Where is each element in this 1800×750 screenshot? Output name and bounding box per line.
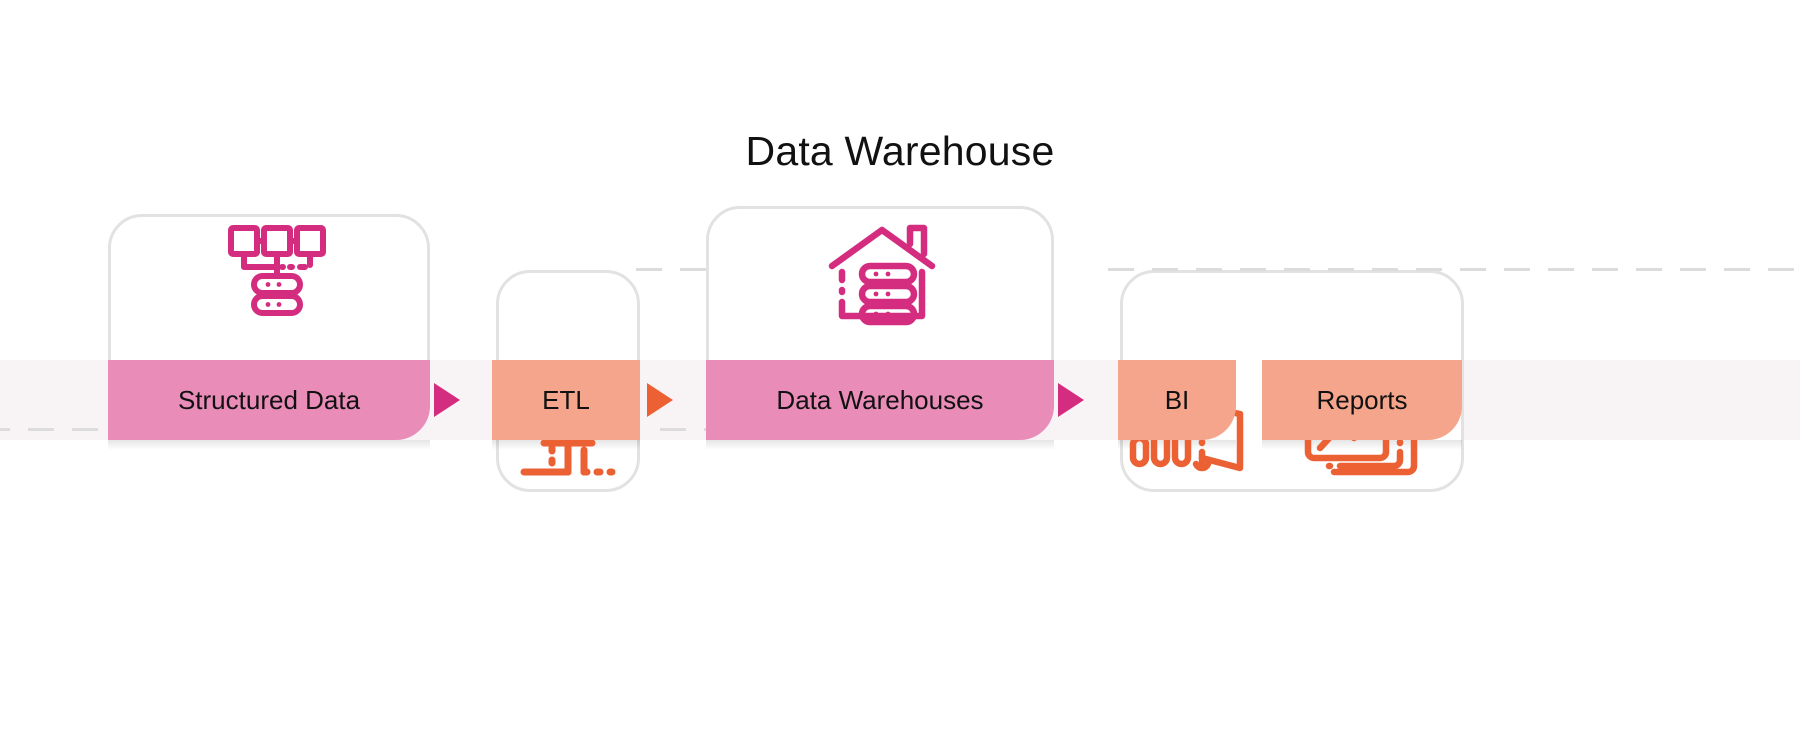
card-bi-reports-dashed-top bbox=[1108, 268, 1800, 271]
stage-label-reports[interactable]: Reports bbox=[1262, 360, 1462, 440]
stage-label-structured-data[interactable]: Structured Data bbox=[108, 360, 430, 440]
stage-label-etl[interactable]: ETL bbox=[492, 360, 640, 440]
stage-label-data-warehouses[interactable]: Data Warehouses bbox=[706, 360, 1054, 440]
strip-shadow-structured-data bbox=[108, 440, 430, 450]
stage-label-bi[interactable]: BI bbox=[1118, 360, 1236, 440]
diagram-canvas: Data Warehouse Structured Data ETL Data … bbox=[0, 0, 1800, 750]
page-title: Data Warehouse bbox=[745, 128, 1055, 174]
strip-shadow-data-warehouses bbox=[706, 440, 1054, 450]
connector-arrow-data-warehouses-to-bi bbox=[1058, 383, 1084, 417]
connector-arrow-structured-data-to-etl bbox=[434, 383, 460, 417]
warehouse-server-icon bbox=[826, 222, 938, 326]
structured-data-network-icon bbox=[222, 224, 332, 320]
connector-arrow-etl-to-data-warehouses bbox=[647, 383, 673, 417]
